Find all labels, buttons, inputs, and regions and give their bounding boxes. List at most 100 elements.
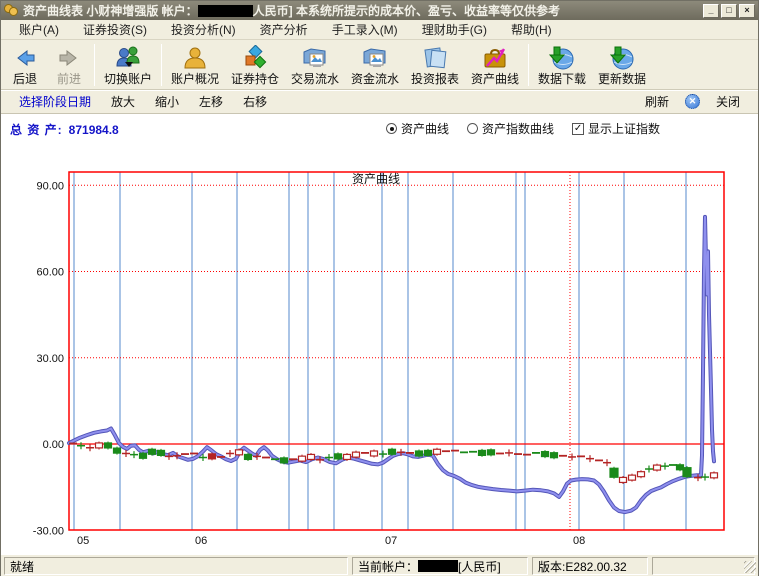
- index-candle-body: [711, 473, 718, 478]
- close-button[interactable]: ×: [739, 4, 755, 18]
- index-candle-body: [488, 450, 495, 455]
- status-ready: 就绪: [4, 557, 348, 575]
- status-current-account: 当前帐户：[人民币]: [352, 557, 528, 575]
- total-assets: 总 资 产:871984.8: [10, 121, 119, 138]
- tool-button[interactable]: 右移: [233, 91, 277, 112]
- index-candle-body: [371, 451, 378, 456]
- index-candle-body: [629, 475, 636, 480]
- index-candle-body: [96, 443, 103, 448]
- index-candle-body: [425, 450, 432, 455]
- checkbox-icon[interactable]: ✓: [572, 123, 584, 135]
- toolbar-button-update-globe[interactable]: 更新数据: [592, 42, 652, 88]
- toolbar-button-label: 切换账户: [104, 72, 152, 86]
- toolbar-button-label: 后退: [13, 72, 37, 86]
- x-axis-label: 05: [77, 535, 89, 547]
- index-candle-body: [654, 465, 661, 470]
- radio-icon[interactable]: [467, 123, 478, 134]
- index-candle-body: [610, 468, 618, 477]
- tool-button[interactable]: 左移: [189, 91, 233, 112]
- toolbar-button-positions-cubes[interactable]: 证券持仓: [225, 42, 285, 88]
- close-view-button[interactable]: 关闭: [706, 91, 750, 112]
- index-candle-body: [479, 450, 486, 455]
- index-candle-body: [344, 454, 351, 459]
- toolbar-button-switch-account[interactable]: 切换账户: [98, 42, 158, 88]
- toolbar-separator: [94, 44, 95, 86]
- y-axis-label: 30.00: [36, 353, 64, 365]
- toolbar-button-report[interactable]: 投资报表: [405, 42, 465, 88]
- toolbar-button-label: 账户概况: [171, 72, 219, 86]
- radio-asset-index-curve[interactable]: 资产指数曲线: [467, 120, 554, 137]
- window-title: 资产曲线表 小财神增强版 帐户：人民币] 本系统所提示的成本价、盈亏、收益率等仅…: [23, 2, 703, 19]
- title-bar: 资产曲线表 小财神增强版 帐户：人民币] 本系统所提示的成本价、盈亏、收益率等仅…: [1, 1, 758, 20]
- y-axis-label: -30.00: [33, 525, 64, 537]
- index-candle-body: [389, 449, 396, 454]
- menu-item[interactable]: 手工录入(M): [320, 19, 410, 40]
- toolbar-separator: [161, 44, 162, 86]
- account-overview-icon: [182, 45, 208, 72]
- index-candle-body: [236, 450, 243, 455]
- menu-item[interactable]: 帮助(H): [499, 19, 564, 40]
- chart-toolbar: 选择阶段日期放大缩小左移右移 刷新 ✕ 关闭: [1, 90, 758, 114]
- index-candle-body: [281, 458, 288, 463]
- toolbar-button-account-overview[interactable]: 账户概况: [165, 42, 225, 88]
- toolbar-button-label: 更新数据: [598, 72, 646, 86]
- status-bar: 就绪 当前帐户：[人民币] 版本:E282.00.32: [1, 554, 758, 576]
- toolbar-button-download-globe[interactable]: 数据下载: [532, 42, 592, 88]
- toolbar-separator: [528, 44, 529, 86]
- tool-button[interactable]: 放大: [101, 91, 145, 112]
- index-candle-body: [638, 472, 645, 477]
- index-candle-body: [105, 443, 112, 448]
- update-globe-icon: [608, 45, 636, 72]
- toolbar-button-label: 数据下载: [538, 72, 586, 86]
- report-icon: [422, 45, 448, 72]
- y-axis-label: 0.00: [43, 439, 64, 451]
- app-coins-icon: [4, 4, 19, 17]
- download-globe-icon: [548, 45, 576, 72]
- back-arrow-icon: [13, 45, 37, 72]
- toolbar-button-label: 证券持仓: [231, 72, 279, 86]
- chart-border: [69, 172, 724, 530]
- toolbar-button-forward-arrow: 前进: [47, 42, 91, 88]
- refresh-button[interactable]: 刷新: [635, 91, 679, 112]
- menu-item[interactable]: 资产分析: [248, 19, 320, 40]
- app-window: { "window": { "title_part1": "资产曲线表 小财神增…: [0, 0, 759, 576]
- toolbar-button-asset-curve[interactable]: 资产曲线: [465, 42, 525, 88]
- minimize-button[interactable]: _: [703, 4, 719, 18]
- redacted-account-name: [198, 5, 253, 17]
- total-assets-value: 871984.8: [69, 123, 119, 137]
- checkbox-show-shanghai-index[interactable]: ✓显示上证指数: [572, 120, 660, 137]
- chart-canvas: 90.0060.0030.000.00-30.0005060708资产曲线: [1, 142, 759, 554]
- positions-cubes-icon: [242, 45, 268, 72]
- index-candle-body: [245, 454, 252, 459]
- close-circle-icon[interactable]: ✕: [685, 94, 700, 109]
- toolbar-button-label: 资金流水: [351, 72, 399, 86]
- index-candle-body: [551, 453, 558, 458]
- maximize-button[interactable]: □: [721, 4, 737, 18]
- main-toolbar: 后退前进切换账户 账户概况证券持仓交易流水资金流水投资报表资产曲线 数据下载更新数据: [1, 40, 758, 90]
- index-candle-body: [308, 454, 315, 459]
- index-candle-body: [620, 477, 627, 482]
- toolbar-button-folder-image[interactable]: 交易流水: [285, 42, 345, 88]
- redacted-account-name: [418, 560, 458, 572]
- summary-row: 总 资 产:871984.8 资产曲线 资产指数曲线 ✓显示上证指数: [1, 114, 758, 142]
- index-candle-body: [140, 453, 147, 458]
- index-candle-body: [114, 448, 121, 453]
- status-version: 版本:E282.00.32: [532, 557, 648, 575]
- forward-arrow-icon: [57, 45, 81, 72]
- menu-item[interactable]: 理财助手(G): [410, 19, 499, 40]
- toolbar-button-label: 资产曲线: [471, 72, 519, 86]
- y-axis-label: 90.00: [36, 180, 64, 192]
- tool-button[interactable]: 缩小: [145, 91, 189, 112]
- index-candle-body: [299, 456, 306, 461]
- radio-asset-curve[interactable]: 资产曲线: [386, 120, 449, 137]
- toolbar-button-folder-image[interactable]: 资金流水: [345, 42, 405, 88]
- tool-button[interactable]: 选择阶段日期: [9, 91, 101, 112]
- index-candle-body: [158, 450, 165, 455]
- menu-item[interactable]: 证券投资(S): [71, 19, 159, 40]
- toolbar-button-back-arrow[interactable]: 后退: [3, 42, 47, 88]
- menu-item[interactable]: 账户(A): [7, 19, 71, 40]
- resize-grip[interactable]: [744, 561, 756, 573]
- menu-item[interactable]: 投资分析(N): [159, 19, 248, 40]
- x-axis-label: 07: [385, 535, 397, 547]
- radio-icon[interactable]: [386, 123, 397, 134]
